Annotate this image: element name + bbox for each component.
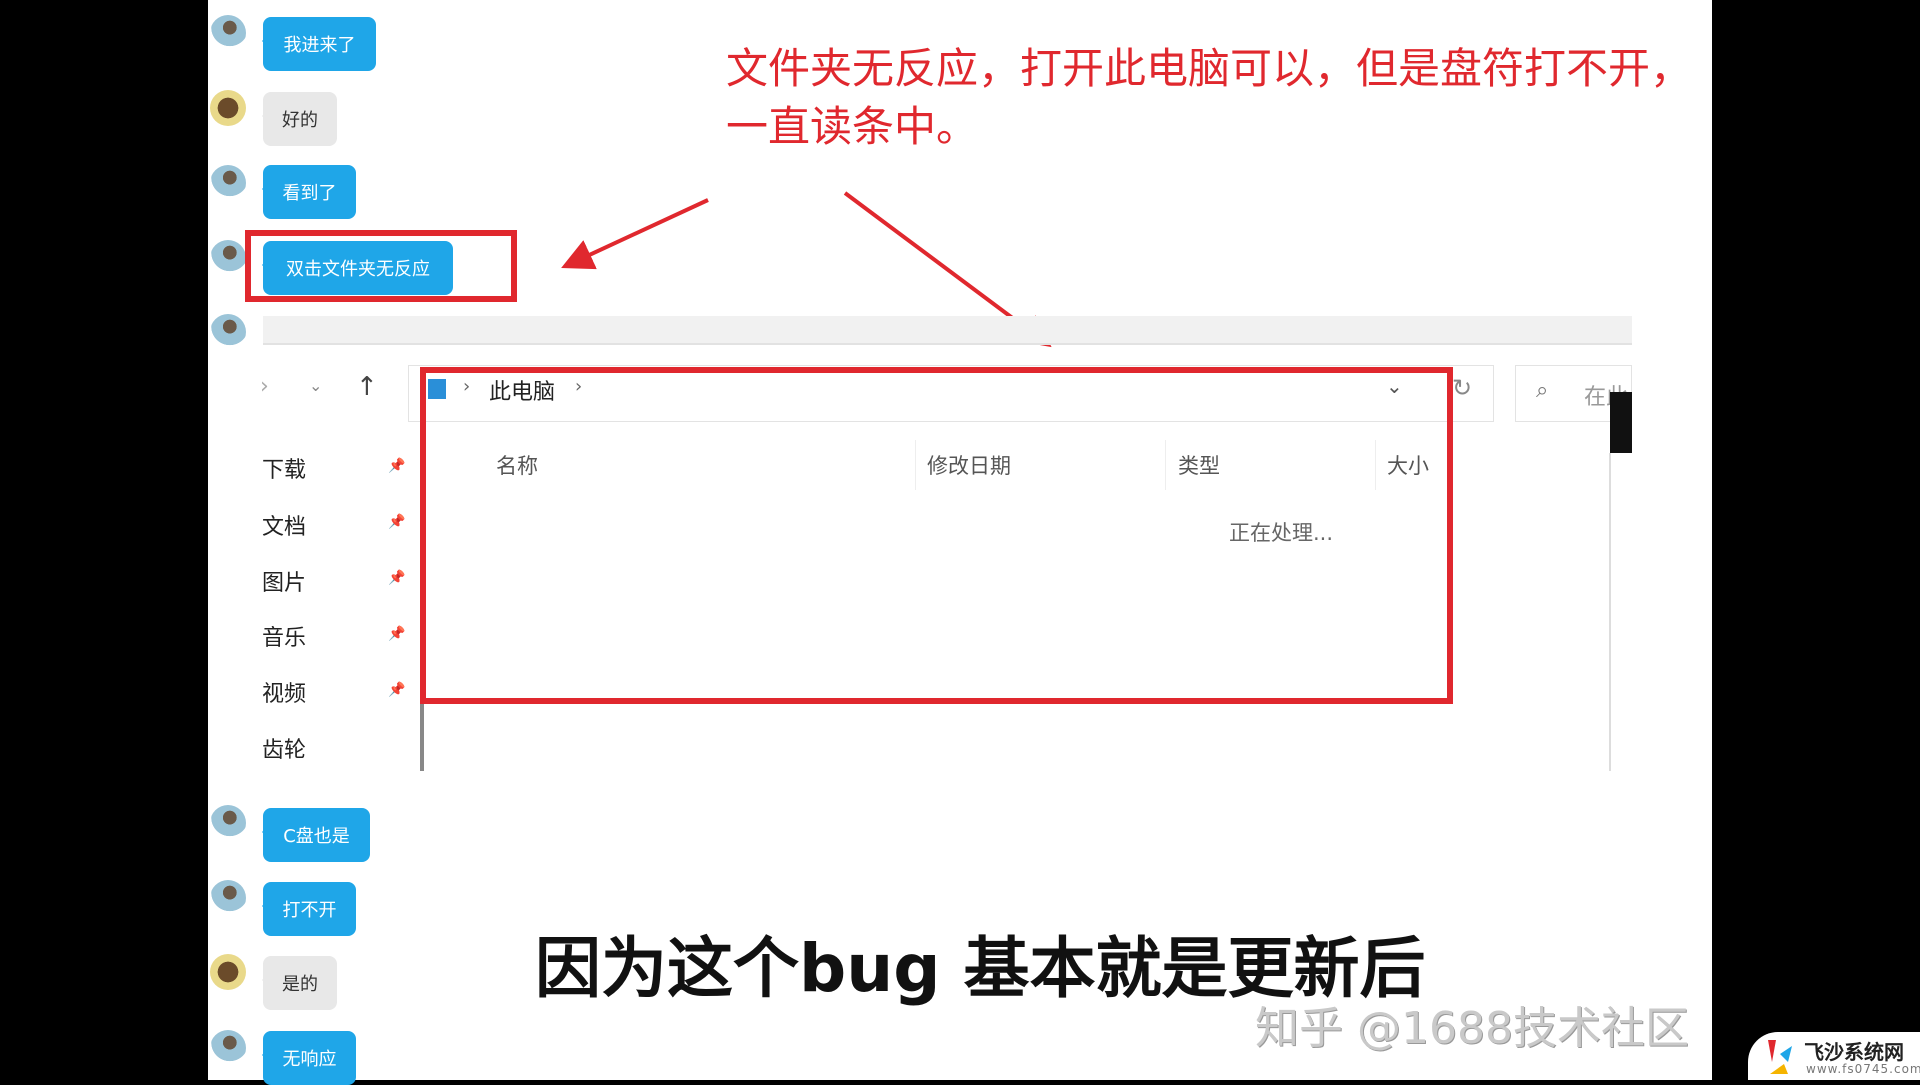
scrollbar-thumb[interactable] <box>1610 392 1632 453</box>
pin-icon: 📌 <box>388 458 406 474</box>
avatar <box>210 954 246 990</box>
chat-bubble: 是的 <box>262 956 337 1010</box>
sidebar-item-downloads[interactable]: 下载 <box>262 452 306 484</box>
arrow-icon <box>561 198 709 270</box>
chat-bubble: 打不开 <box>262 882 356 936</box>
watermark: 知乎 @1688技术社区 <box>1255 1003 1689 1054</box>
pin-icon: 📌 <box>388 514 406 530</box>
explorer-titlebar <box>263 316 1632 345</box>
pane-divider <box>420 704 424 771</box>
pin-icon: 📌 <box>388 626 406 642</box>
logo-name: 飞沙系统网 <box>1804 1040 1904 1064</box>
site-logo: 飞沙系统网 www.fs0745.com <box>1748 1032 1920 1080</box>
chat-bubble: C盘也是 <box>262 808 370 862</box>
logo-url: www.fs0745.com <box>1806 1062 1920 1076</box>
chevron-down-icon[interactable]: ⌄ <box>309 376 322 395</box>
search-icon: ⌕ <box>1536 378 1549 403</box>
highlight-box <box>420 367 1453 704</box>
avatar <box>210 880 246 916</box>
refresh-icon[interactable]: ↻ <box>1452 374 1472 402</box>
forward-icon[interactable]: › <box>260 374 269 399</box>
avatar <box>210 1030 246 1066</box>
sidebar-item-music[interactable]: 音乐 <box>262 620 306 652</box>
chat-bubble: 无响应 <box>262 1031 356 1085</box>
sidebar-item-videos[interactable]: 视频 <box>262 676 306 708</box>
pin-icon: 📌 <box>388 570 406 586</box>
pin-icon: 📌 <box>388 682 406 698</box>
up-arrow-icon[interactable]: ↑ <box>356 372 378 402</box>
scrollbar-track[interactable] <box>1609 453 1611 771</box>
sidebar-item-gear[interactable]: 齿轮 <box>262 732 306 764</box>
sidebar-item-documents[interactable]: 文档 <box>262 509 306 541</box>
sidebar-item-pictures[interactable]: 图片 <box>262 565 306 597</box>
logo-icon <box>1768 1040 1792 1074</box>
avatar <box>210 805 246 841</box>
